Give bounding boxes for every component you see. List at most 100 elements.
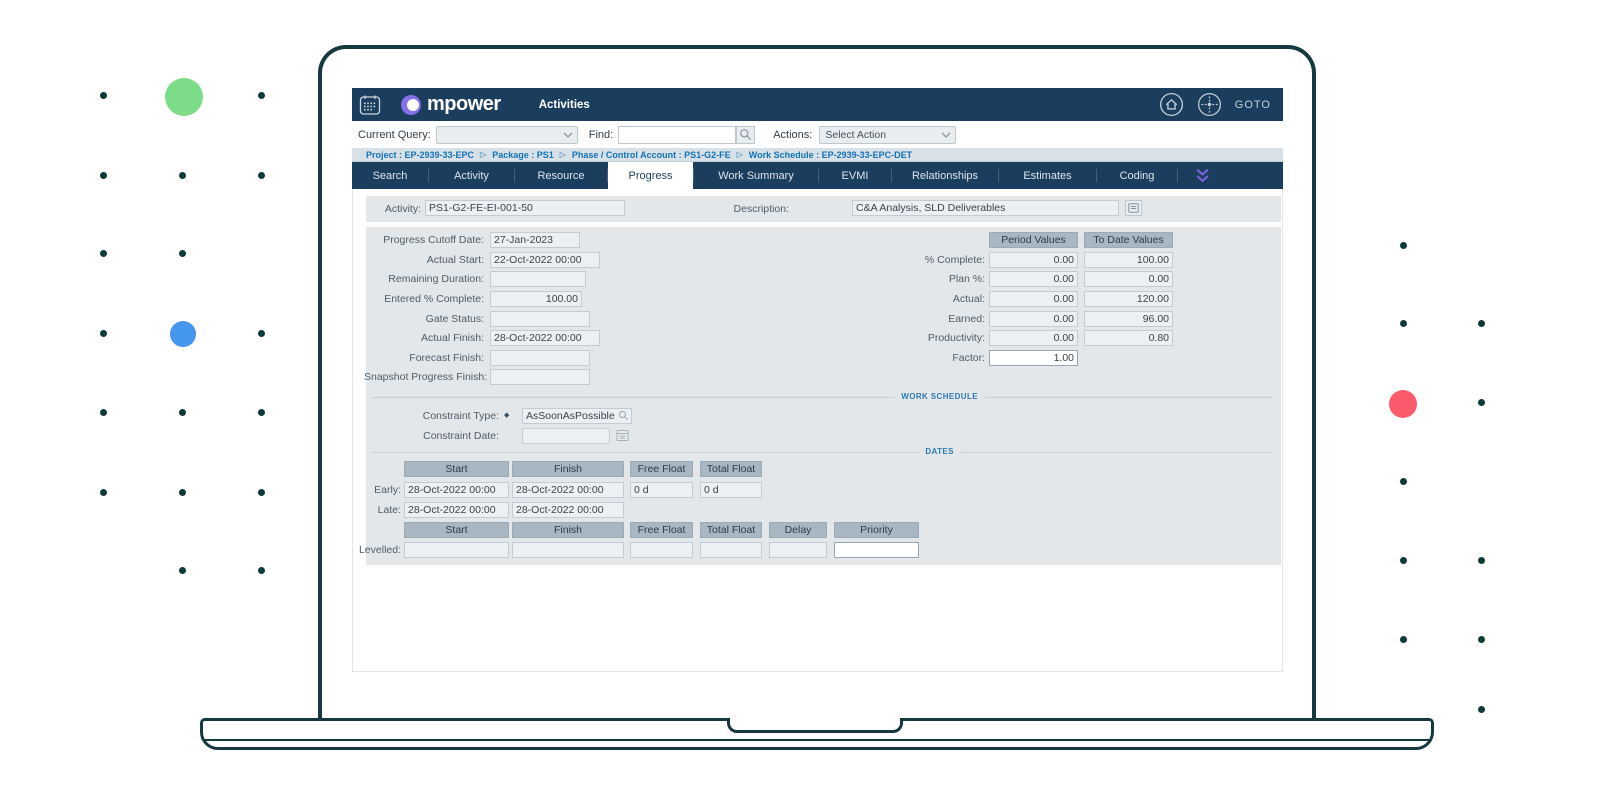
breadcrumb-separator-icon: ▷ [480, 150, 487, 159]
tab-search[interactable]: Search [352, 162, 428, 189]
dates-start-header: Start [404, 461, 509, 477]
actions-select[interactable]: Select Action [819, 125, 957, 144]
levelled-start-input[interactable] [404, 542, 509, 558]
decorative-dot [258, 172, 265, 179]
remaining-duration-input[interactable] [490, 271, 586, 287]
actions-label: Actions: [773, 128, 813, 141]
late-label: Late: [377, 504, 401, 516]
description-input[interactable] [852, 200, 1119, 216]
early-free-float-input[interactable] [630, 482, 693, 498]
constraint-date-input[interactable] [522, 428, 610, 444]
productivity-period-input[interactable] [989, 330, 1078, 346]
tab-estimates[interactable]: Estimates [999, 162, 1096, 189]
constraint-type-field[interactable] [522, 408, 632, 424]
levelled-finish-input[interactable] [512, 542, 624, 558]
breadcrumb-item-project[interactable]: Project : EP-2939-33-EPC [366, 150, 474, 160]
pct-complete-period-input[interactable] [989, 252, 1078, 268]
home-icon[interactable] [1159, 92, 1184, 117]
goto-button[interactable]: GOTO [1235, 99, 1271, 111]
tab-coding[interactable]: Coding [1097, 162, 1177, 189]
find-input[interactable] [618, 125, 737, 144]
breadcrumb-item-phase[interactable]: Phase / Control Account : PS1-G2-FE [572, 150, 731, 160]
early-finish-input[interactable] [512, 482, 624, 498]
levelled-free-float-input[interactable] [630, 542, 693, 558]
tab-progress[interactable]: Progress [608, 162, 693, 189]
tab-bar: Search Activity Resource Progress Work S… [352, 162, 1283, 189]
notes-icon[interactable] [1125, 200, 1142, 216]
decorative-dot [100, 92, 107, 99]
work-schedule-section-label: WORK SCHEDULE [894, 392, 986, 401]
date-picker-icon[interactable] [616, 429, 629, 445]
late-finish-input[interactable] [512, 502, 624, 518]
plan-pct-period-input[interactable] [989, 271, 1078, 287]
goto-target-icon[interactable] [1197, 92, 1222, 117]
tab-evmi[interactable]: EVMI [819, 162, 891, 189]
levelled-finish-header: Finish [512, 522, 624, 538]
decorative-dot [258, 409, 265, 416]
actual-period-input[interactable] [989, 291, 1078, 307]
magnifier-icon [740, 129, 752, 140]
activity-label: Activity: [384, 203, 421, 215]
decorative-dot [179, 409, 186, 416]
tab-relationships[interactable]: Relationships [892, 162, 998, 189]
factor-input[interactable] [989, 350, 1078, 366]
page-title: Activities [538, 98, 590, 111]
decorative-dot [258, 92, 265, 99]
snapshot-progress-finish-label: Snapshot Progress Finish: [364, 371, 488, 383]
decorative-dot [1478, 557, 1485, 564]
breadcrumb-item-package[interactable]: Package : PS1 [492, 150, 554, 160]
decorative-dot [179, 250, 186, 257]
dates-section-label: DATES [918, 447, 961, 456]
tab-work-summary[interactable]: Work Summary [694, 162, 818, 189]
levelled-start-header: Start [404, 522, 509, 538]
entered-pct-complete-label: Entered % Complete: [384, 293, 484, 305]
activity-input[interactable] [425, 200, 625, 216]
find-search-button[interactable] [736, 125, 756, 144]
earned-period-input[interactable] [989, 311, 1078, 327]
page-background: mpower Activities GOTO Current Query: Fi… [0, 0, 1600, 808]
description-label: Description: [733, 203, 789, 215]
actual-finish-label: Actual Finish: [420, 332, 484, 344]
dates-finish-header: Finish [512, 461, 624, 477]
gate-status-input[interactable] [490, 311, 590, 327]
late-start-input[interactable] [404, 502, 509, 518]
decorative-dot [100, 172, 107, 179]
decorative-dot [258, 489, 265, 496]
productivity-todate-input[interactable] [1084, 330, 1173, 346]
calendar-icon[interactable] [358, 93, 382, 117]
actual-finish-input[interactable] [490, 330, 600, 346]
entered-pct-complete-input[interactable] [490, 291, 582, 307]
earned-todate-input[interactable] [1084, 311, 1173, 327]
decorative-dot [1478, 706, 1485, 713]
gate-status-label: Gate Status: [425, 313, 484, 325]
tab-resource[interactable]: Resource [515, 162, 607, 189]
levelled-priority-input[interactable] [834, 542, 919, 558]
decorative-dot [100, 409, 107, 416]
decorative-dot [258, 567, 265, 574]
decorative-dot [1400, 242, 1407, 249]
breadcrumb-item-work-schedule[interactable]: Work Schedule : EP-2939-33-EPC-DET [749, 150, 912, 160]
plan-pct-todate-input[interactable] [1084, 271, 1173, 287]
decorative-dot [1478, 399, 1485, 406]
early-total-float-input[interactable] [700, 482, 762, 498]
pct-complete-todate-input[interactable] [1084, 252, 1173, 268]
levelled-total-float-input[interactable] [700, 542, 762, 558]
early-start-input[interactable] [404, 482, 509, 498]
levelled-delay-input[interactable] [769, 542, 827, 558]
actual-start-input[interactable] [490, 252, 600, 268]
constraint-type-input[interactable] [522, 408, 632, 424]
progress-cutoff-date-input[interactable] [490, 232, 580, 248]
decorative-dot [100, 489, 107, 496]
required-field-icon: ◆ [504, 412, 510, 419]
actual-todate-input[interactable] [1084, 291, 1173, 307]
forecast-finish-label: Forecast Finish: [409, 352, 484, 364]
tab-activity[interactable]: Activity [429, 162, 514, 189]
dates-divider: DATES [372, 447, 1273, 456]
current-query-label: Current Query: [358, 128, 431, 141]
mpower-logo-text: mpower [427, 93, 501, 115]
current-query-select[interactable] [435, 125, 578, 144]
activity-bar: Activity: Description: [366, 196, 1281, 222]
expand-tabs-icon[interactable] [1194, 162, 1211, 189]
snapshot-progress-finish-input[interactable] [490, 369, 590, 385]
forecast-finish-input[interactable] [490, 350, 590, 366]
